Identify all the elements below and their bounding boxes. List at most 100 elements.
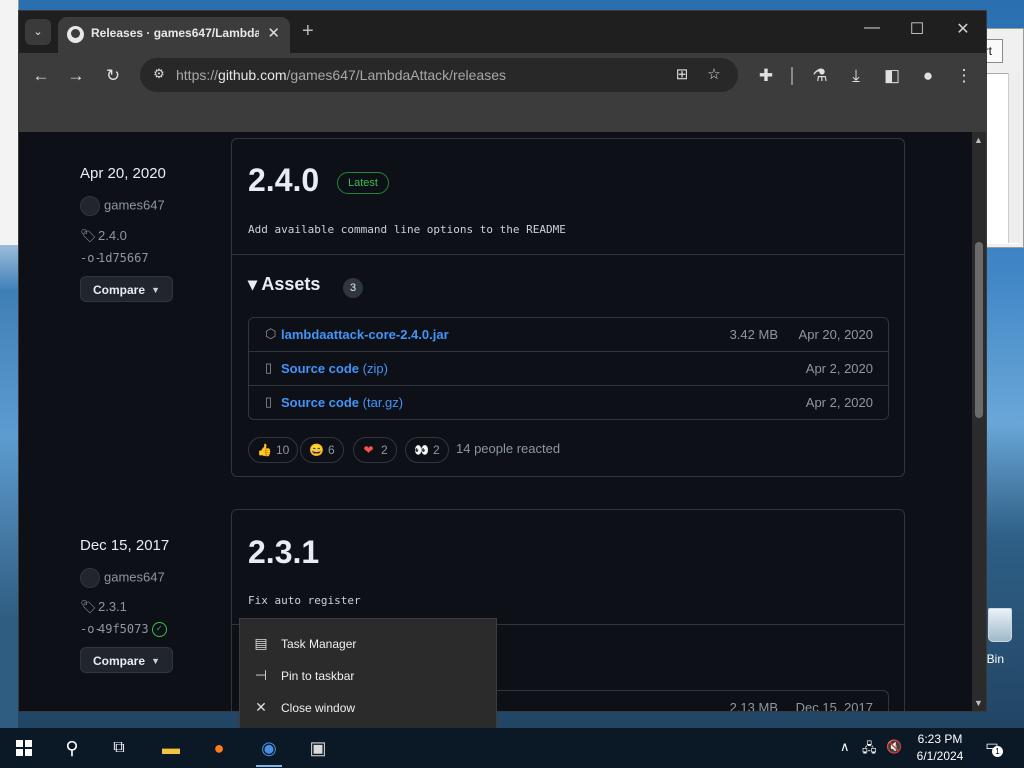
release-notes: Add available command line options to th… xyxy=(248,223,566,236)
commit-sha: 49f5073 xyxy=(98,622,149,636)
file-zip-icon: ▯ xyxy=(265,360,273,375)
background-window-scrollbar[interactable] xyxy=(1008,73,1021,243)
address-bar[interactable]: ⚙ https://github.com/games647/LambdaAtta… xyxy=(140,58,738,92)
asset-name: Source code xyxy=(281,361,360,376)
author-name: games647 xyxy=(104,197,165,213)
compare-label: Compare xyxy=(93,654,146,668)
minimize-icon[interactable]: — xyxy=(857,19,887,37)
tray-overflow-icon[interactable]: ∧ xyxy=(840,739,850,755)
forward-icon[interactable]: → xyxy=(65,65,87,87)
menu-item-label: Pin to taskbar xyxy=(281,669,355,683)
reaction-thumbsup[interactable]: 👍 10 xyxy=(248,437,299,463)
search-icon[interactable]: ⚲ xyxy=(49,728,95,768)
network-icon[interactable]: 🖧 xyxy=(862,739,877,761)
assets-toggle[interactable]: ▾ Assets xyxy=(248,274,320,295)
asset-link[interactable]: Source code (zip) xyxy=(281,361,388,376)
maximize-icon[interactable]: ☐ xyxy=(902,19,932,39)
release-commit[interactable]: -o-49f5073 ✓ xyxy=(80,622,167,637)
tag-icon: 🏷 xyxy=(80,228,97,243)
asset-row: ⬡ lambdaattack-core-2.4.0.jar 3.42 MB Ap… xyxy=(249,318,888,351)
reaction-heart[interactable]: ❤ 2 xyxy=(353,437,397,463)
reaction-laugh[interactable]: 😄 6 xyxy=(300,437,344,463)
asset-name: Source code xyxy=(281,395,360,410)
release-author[interactable]: games647 xyxy=(80,568,165,588)
task-view-icon[interactable]: ⧉ xyxy=(96,728,142,768)
heart-icon: ❤ xyxy=(363,443,374,457)
reaction-count: 6 xyxy=(328,443,335,457)
release-tag[interactable]: 🏷2.4.0 xyxy=(80,228,127,244)
scroll-up-icon[interactable]: ▲ xyxy=(974,135,983,145)
release-version[interactable]: 2.4.0 xyxy=(248,162,319,199)
profile-icon[interactable]: ● xyxy=(917,65,939,87)
new-tab-icon[interactable]: + xyxy=(302,20,314,43)
url-prefix: https:// xyxy=(176,67,219,83)
labs-flask-icon[interactable]: ⚗ xyxy=(809,65,831,87)
page-scrollbar[interactable]: ▲ ▼ xyxy=(972,132,986,711)
install-app-icon[interactable]: ⊞ xyxy=(672,65,692,83)
scroll-thumb[interactable] xyxy=(975,242,983,418)
menu-item-label: Close window xyxy=(281,701,356,715)
release-tag[interactable]: 🏷2.3.1 xyxy=(80,599,127,615)
tag-icon: 🏷 xyxy=(80,599,97,614)
release-version[interactable]: 2.3.1 xyxy=(248,534,319,571)
file-explorer-icon[interactable]: ▬ xyxy=(148,728,194,768)
menu-item-pin[interactable]: ⊣ Pin to taskbar xyxy=(240,660,496,690)
task-manager-icon: ▤ xyxy=(254,635,268,651)
tab-close-icon[interactable]: ✕ xyxy=(267,24,280,42)
tab-search-button[interactable]: ⌄ xyxy=(25,19,51,45)
window-close-icon[interactable]: ✕ xyxy=(948,19,978,39)
toolbar-separator xyxy=(791,67,793,85)
desktop-left-edge xyxy=(0,0,19,728)
notifications-icon[interactable]: ▭ 1 xyxy=(982,737,1003,757)
extensions-icon[interactable]: ✚ xyxy=(755,65,777,87)
asset-link[interactable]: lambdaattack-core-2.4.0.jar xyxy=(281,327,449,342)
release-author[interactable]: games647 xyxy=(80,196,165,216)
tab-active[interactable]: Releases · games647/LambdaAttack/release… xyxy=(58,17,290,53)
verified-check-icon[interactable]: ✓ xyxy=(151,622,167,637)
compare-button[interactable]: Compare ▼ xyxy=(80,276,173,302)
release-commit[interactable]: -o-1d75667 xyxy=(80,251,149,265)
pin-icon: ⊣ xyxy=(254,667,268,683)
compare-label: Compare xyxy=(93,283,146,297)
reaction-count: 2 xyxy=(381,443,388,457)
commit-icon: -o- xyxy=(80,622,102,636)
download-icon[interactable]: ⤓ xyxy=(845,65,867,87)
recycle-bin[interactable]: Bin xyxy=(984,606,1024,666)
assets-list: ⬡ lambdaattack-core-2.4.0.jar 3.42 MB Ap… xyxy=(248,317,889,420)
reload-icon[interactable]: ↻ xyxy=(102,65,124,87)
package-icon: ⬡ xyxy=(265,326,277,341)
asset-row: ▯ Source code (tar.gz) Apr 2, 2020 xyxy=(249,385,888,419)
site-info-icon[interactable]: ⚙ xyxy=(150,65,168,83)
menu-item-task-manager[interactable]: ▤ Task Manager xyxy=(240,628,496,658)
caret-down-icon: ▼ xyxy=(151,656,160,666)
bookmark-star-icon[interactable]: ☆ xyxy=(704,65,724,83)
release-notes: Fix auto register xyxy=(248,594,361,607)
close-icon: ✕ xyxy=(255,699,267,715)
system-clock[interactable]: 6:23 PM 6/1/2024 xyxy=(908,731,972,765)
asset-size: 3.42 MB xyxy=(729,327,778,342)
reaction-eyes[interactable]: 👀 2 xyxy=(405,437,449,463)
back-icon[interactable]: ← xyxy=(30,65,52,87)
side-panel-icon[interactable]: ◧ xyxy=(881,65,903,87)
windows-logo-icon xyxy=(16,740,32,756)
compare-button[interactable]: Compare ▼ xyxy=(80,647,173,673)
url-path: /games647/LambdaAttack/releases xyxy=(286,67,506,83)
reaction-count: 2 xyxy=(433,443,440,457)
release-date: Dec 15, 2017 xyxy=(80,537,170,554)
assets-count: 3 xyxy=(343,278,363,298)
url-host: github.com xyxy=(218,67,287,83)
menu-item-close-window[interactable]: ✕ Close window xyxy=(240,692,496,722)
volume-muted-icon[interactable]: 🔇 xyxy=(886,739,902,755)
firefox-icon[interactable]: ● xyxy=(196,728,242,768)
address-url[interactable]: https://github.com/games647/LambdaAttack… xyxy=(176,67,506,83)
menu-kebab-icon[interactable]: ⋮ xyxy=(953,65,975,87)
taskbar-context-menu: ▤ Task Manager ⊣ Pin to taskbar ✕ Close … xyxy=(239,618,497,730)
assets-heading: Assets xyxy=(261,274,321,294)
asset-link[interactable]: Source code (tar.gz) xyxy=(281,395,403,410)
chrome-icon[interactable]: ◉ xyxy=(246,728,292,768)
start-button[interactable] xyxy=(0,728,46,768)
tag-name: 2.3.1 xyxy=(98,599,127,614)
asset-row: ▯ Source code (zip) Apr 2, 2020 xyxy=(249,351,888,385)
java-app-icon[interactable]: ▣ xyxy=(295,728,341,768)
scroll-down-icon[interactable]: ▼ xyxy=(974,698,983,708)
